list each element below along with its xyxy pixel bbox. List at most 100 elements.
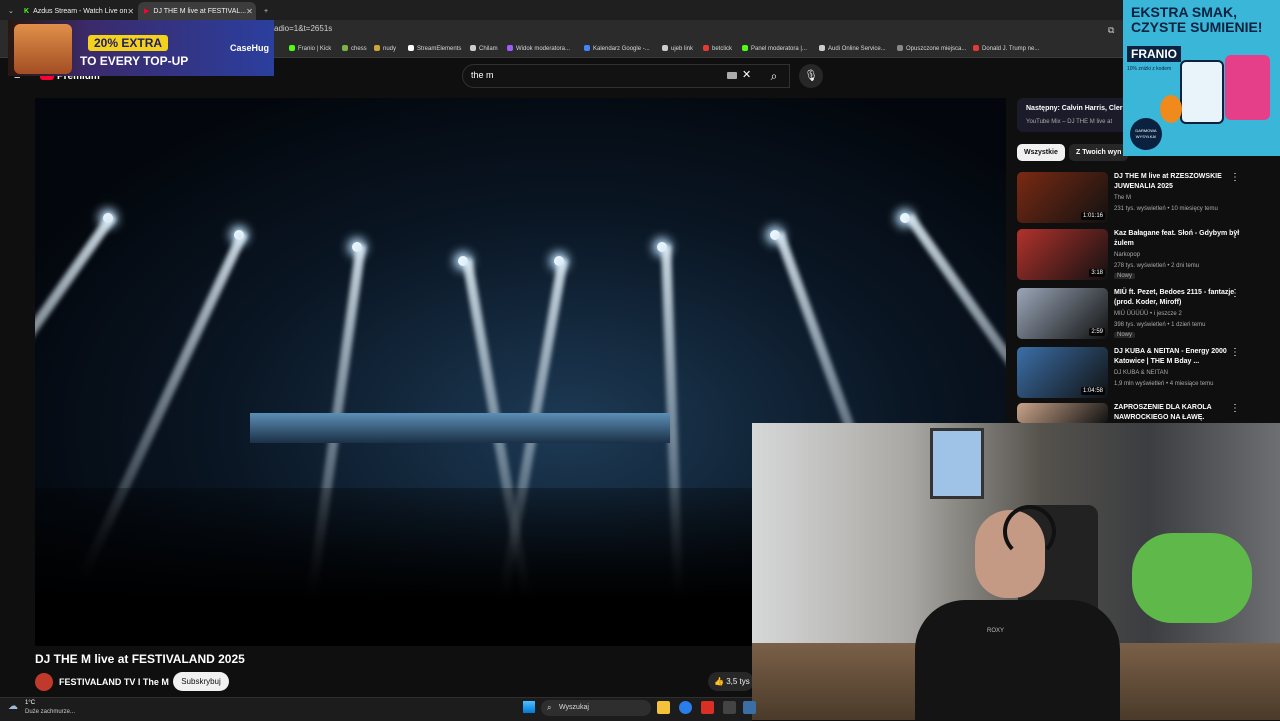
bookmark-item[interactable]: betclick [703,45,732,52]
product-tub-image [1225,55,1270,120]
recommendation-title[interactable]: MIÜ ft. Pezet, Bedoes 2115 - fantazje (p… [1114,288,1244,308]
bookmark-favicon-icon [289,45,295,51]
video-duration: 1:01:16 [1080,212,1105,220]
youtube-favicon-icon: ▶ [144,8,150,15]
bookmark-label: Widok moderatora... [516,46,571,52]
bookmark-label: Opuszczone miejsca... [906,46,967,52]
bookmark-item[interactable]: chess [342,45,367,52]
windows-icon[interactable] [523,701,535,713]
taskbar-search[interactable]: ⌕ Wyszukaj [541,700,651,716]
clear-icon[interactable]: ✕ [742,68,751,81]
bookmark-favicon-icon [584,45,590,51]
ad-brand: CaseHug [230,43,270,53]
recommendation-item[interactable]: 2:59 MIÜ ft. Pezet, Bedoes 2115 - fantazj… [1017,288,1275,342]
monitor-image [930,428,984,499]
cast-icon[interactable]: ⧉ [1108,25,1114,36]
weather-temperature[interactable]: 1°C [25,700,35,706]
plush-toy-image [1132,533,1252,623]
close-icon[interactable]: ✕ [246,7,253,16]
chip-all[interactable]: Wszystkie [1017,144,1065,161]
free-shipping-badge: DARMOWA WYSYŁKA! [1130,118,1162,150]
bookmark-item[interactable]: Panel moderatora |... [742,45,807,52]
search-query[interactable]: the m [471,70,494,80]
more-icon[interactable]: ⋮ [1230,172,1240,183]
bookmark-item[interactable]: Audi Online Service... [819,45,886,52]
recommendation-item[interactable]: ZAPROSZENIE DLA KAROLA NAWROCKIEGO NA ŁA… [1017,403,1275,423]
keyboard-icon[interactable] [727,72,737,79]
close-icon[interactable]: ✕ [127,7,134,16]
video-thumbnail[interactable]: 3:18 [1017,229,1108,280]
more-icon[interactable]: ⋮ [1230,403,1240,414]
video-thumbnail[interactable]: 2:59 [1017,288,1108,339]
recommendation-item[interactable]: 1:04:58 DJ KUBA & NEITAN - Energy 2000 Ka… [1017,347,1275,401]
recommendation-title[interactable]: DJ KUBA & NEITAN - Energy 2000 Katowice … [1114,347,1244,367]
channel-name[interactable]: FESTIVALAND TV I The M [59,677,169,687]
search-input[interactable] [462,64,790,88]
bookmark-label: Donald J. Trump ne... [982,46,1040,52]
bookmark-favicon-icon [703,45,709,51]
bookmark-item[interactable]: Chilam [470,45,498,52]
video-thumbnail[interactable]: 1:01:16 [1017,172,1108,223]
video-duration: 1:04:58 [1080,387,1105,395]
fruit-image [1160,95,1182,123]
tab-list-icon[interactable]: ⌄ [2,2,16,20]
bookmark-item[interactable]: StreamElements [408,45,461,52]
recommendation-channel[interactable]: MIÜ ÜÜÜÜÜ • i jeszcze 2 [1114,311,1182,317]
up-next-subtitle: YouTube Mix – DJ THE M live at [1026,119,1113,125]
app-icon[interactable] [723,701,736,714]
streamer-body [915,600,1120,720]
new-tab-button[interactable]: + [258,2,272,20]
more-icon[interactable]: ⋮ [1230,347,1240,358]
bookmark-favicon-icon [470,45,476,51]
more-icon[interactable]: ⋮ [1230,229,1240,240]
bookmark-favicon-icon [507,45,513,51]
recommendation-title[interactable]: DJ THE M live at RZESZOWSKIE JUWENALIA 2… [1114,172,1244,192]
recommendation-item[interactable]: 3:18 Kaz Bałagane feat. Słoń - Gdybym był… [1017,229,1275,283]
new-badge: Nowy [1114,332,1136,338]
bookmark-item[interactable]: ujeb link [662,45,693,52]
search-icon[interactable]: ⌕ [760,64,788,88]
recommendation-channel[interactable]: The M [1114,195,1131,201]
bookmark-item[interactable]: Opuszczone miejsca... [897,45,966,52]
cloud-icon[interactable]: ☁ [8,701,18,712]
ad-tagline: TO EVERY TOP-UP [80,54,189,68]
recommendation-title[interactable]: Kaz Bałagane feat. Słoń - Gdybym był żul… [1114,229,1244,249]
video-thumbnail[interactable]: 1:04:58 [1017,347,1108,398]
subscribe-button[interactable]: Subskrybuj [173,672,229,691]
product-tub-image [1180,60,1224,124]
channel-avatar[interactable] [35,673,53,691]
bookmark-item[interactable]: Kalendarz Google -... [584,45,650,52]
bookmark-label: Chilam [479,46,498,52]
bookmark-item[interactable]: Donald J. Trump ne... [973,45,1039,52]
chip-from-search[interactable]: Z Twoich wyn [1069,144,1129,161]
video-thumbnail[interactable] [1017,403,1108,423]
more-icon[interactable]: ⋮ [1230,288,1240,299]
browser-tabstrip: ⌄ K Azdus Stream - Watch Live on ✕ ▶ DJ … [0,0,1280,20]
tab-title: Azdus Stream - Watch Live on [33,7,128,15]
ad-badge: 20% EXTRA [88,35,169,51]
folder-icon[interactable] [657,701,670,714]
recommendation-item[interactable]: 1:01:16 DJ THE M live at RZESZOWSKIE JUWE… [1017,172,1275,226]
weather-description[interactable]: Duże zachmurze... [25,709,75,715]
bookmark-label: Audi Online Service... [828,46,886,52]
recommendation-channel[interactable]: Narkopop [1114,252,1140,258]
recommendation-meta: 231 tys. wyświetleń • 10 miesięcy temu [1114,206,1218,212]
chrome-icon[interactable] [679,701,692,714]
microphone-icon[interactable]: 🎙 [799,64,823,88]
up-next-label: Następny: Calvin Harris, Cler [1026,105,1123,112]
video-duration: 3:18 [1089,269,1105,277]
bookmark-item[interactable]: nudy [374,45,396,52]
recommendation-meta: 278 tys. wyświetleń • 2 dni temu [1114,263,1200,269]
tab-azdus[interactable]: K Azdus Stream - Watch Live on ✕ [18,2,136,20]
bookmark-item[interactable]: Widok moderatora... [507,45,570,52]
tab-youtube[interactable]: ▶ DJ THE M live at FESTIVAL... ✕ [138,2,256,20]
like-icon: 👍 [714,677,724,686]
ad-brand: FRANIO [1127,46,1181,62]
app-icon[interactable] [701,701,714,714]
recommendation-channel[interactable]: DJ KUBA & NEITAN [1114,370,1168,376]
like-button[interactable]: 👍 3,5 tys [708,672,754,691]
recommendation-title[interactable]: ZAPROSZENIE DLA KAROLA NAWROCKIEGO NA ŁA… [1114,403,1244,423]
bookmark-item[interactable]: Franio | Kick [289,45,331,52]
kick-icon: K [24,7,30,15]
app-icon[interactable] [743,701,756,714]
